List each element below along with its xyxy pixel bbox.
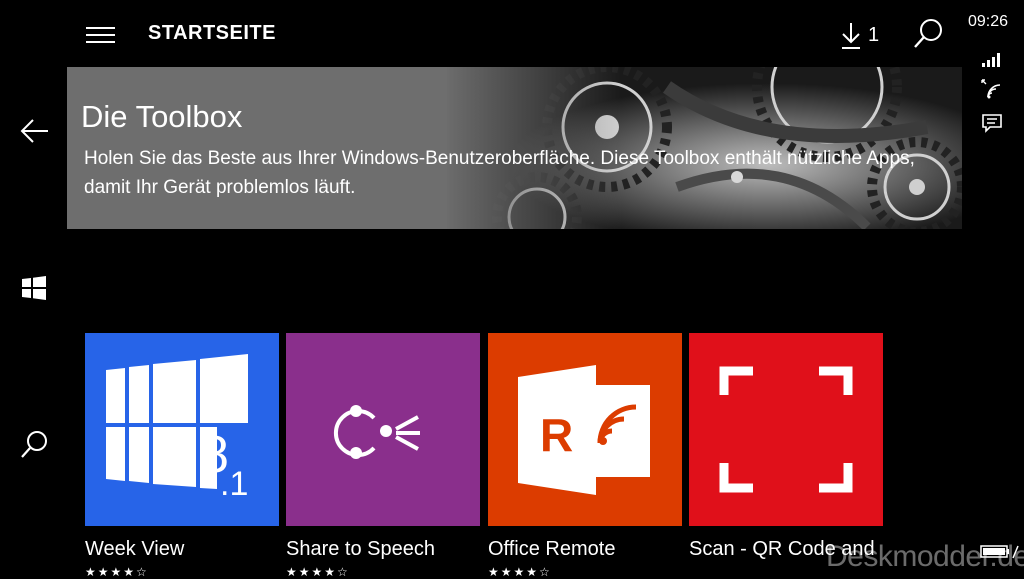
message-icon — [982, 114, 1002, 133]
back-arrow-icon — [20, 119, 48, 143]
rating-stars: ★★★★☆ — [286, 565, 350, 579]
office-remote-app-icon: R — [518, 365, 650, 495]
status-clock: 09:26 — [968, 13, 1009, 30]
app-tile-share-to-speech[interactable] — [286, 333, 480, 526]
hero-description: Holen Sie das Beste aus Ihrer Windows-Be… — [84, 148, 915, 198]
hamburger-menu-button[interactable] — [86, 24, 116, 46]
download-count: 1 — [868, 23, 880, 46]
hero-banner-toolbox[interactable]: Die Toolbox Holen Sie das Beste aus Ihre… — [67, 67, 962, 229]
battery-icon — [980, 545, 1019, 559]
app-name-share-to-speech[interactable]: Share to Speech — [286, 538, 435, 561]
search-icon — [21, 431, 47, 458]
hero-title: Die Toolbox — [81, 99, 243, 134]
svg-text:R: R — [540, 409, 573, 461]
hamburger-line — [86, 41, 115, 43]
download-icon — [842, 23, 860, 49]
search-icon — [914, 19, 942, 48]
app-name-week-view[interactable]: Week View — [85, 538, 184, 561]
back-button[interactable] — [14, 111, 54, 151]
wifi-icon — [981, 79, 1001, 99]
nav-search-button[interactable] — [14, 424, 54, 464]
windows-logo-icon — [22, 276, 46, 300]
app-tile-office-remote[interactable]: R — [488, 333, 682, 526]
svg-text:.1: .1 — [220, 465, 248, 503]
app-tile-week-view[interactable]: 8 .1 — [85, 333, 279, 526]
downloads-button[interactable]: 1 — [838, 18, 879, 52]
hamburger-icon — [86, 27, 115, 29]
header-search-button[interactable] — [910, 16, 946, 52]
rating-stars: ★★★★☆ — [85, 565, 149, 579]
week-view-app-icon: 8 .1 — [106, 354, 248, 503]
app-tile-scan-qr[interactable] — [689, 333, 883, 526]
start-button[interactable] — [14, 268, 54, 308]
qr-scan-app-icon — [719, 366, 853, 493]
page-title: STARTSEITE — [148, 22, 276, 44]
hamburger-line — [86, 34, 115, 36]
rating-stars: ★★★★☆ — [488, 565, 552, 579]
signal-icon — [982, 53, 1000, 67]
share-speech-app-icon — [333, 405, 420, 459]
app-name-office-remote[interactable]: Office Remote — [488, 538, 615, 561]
